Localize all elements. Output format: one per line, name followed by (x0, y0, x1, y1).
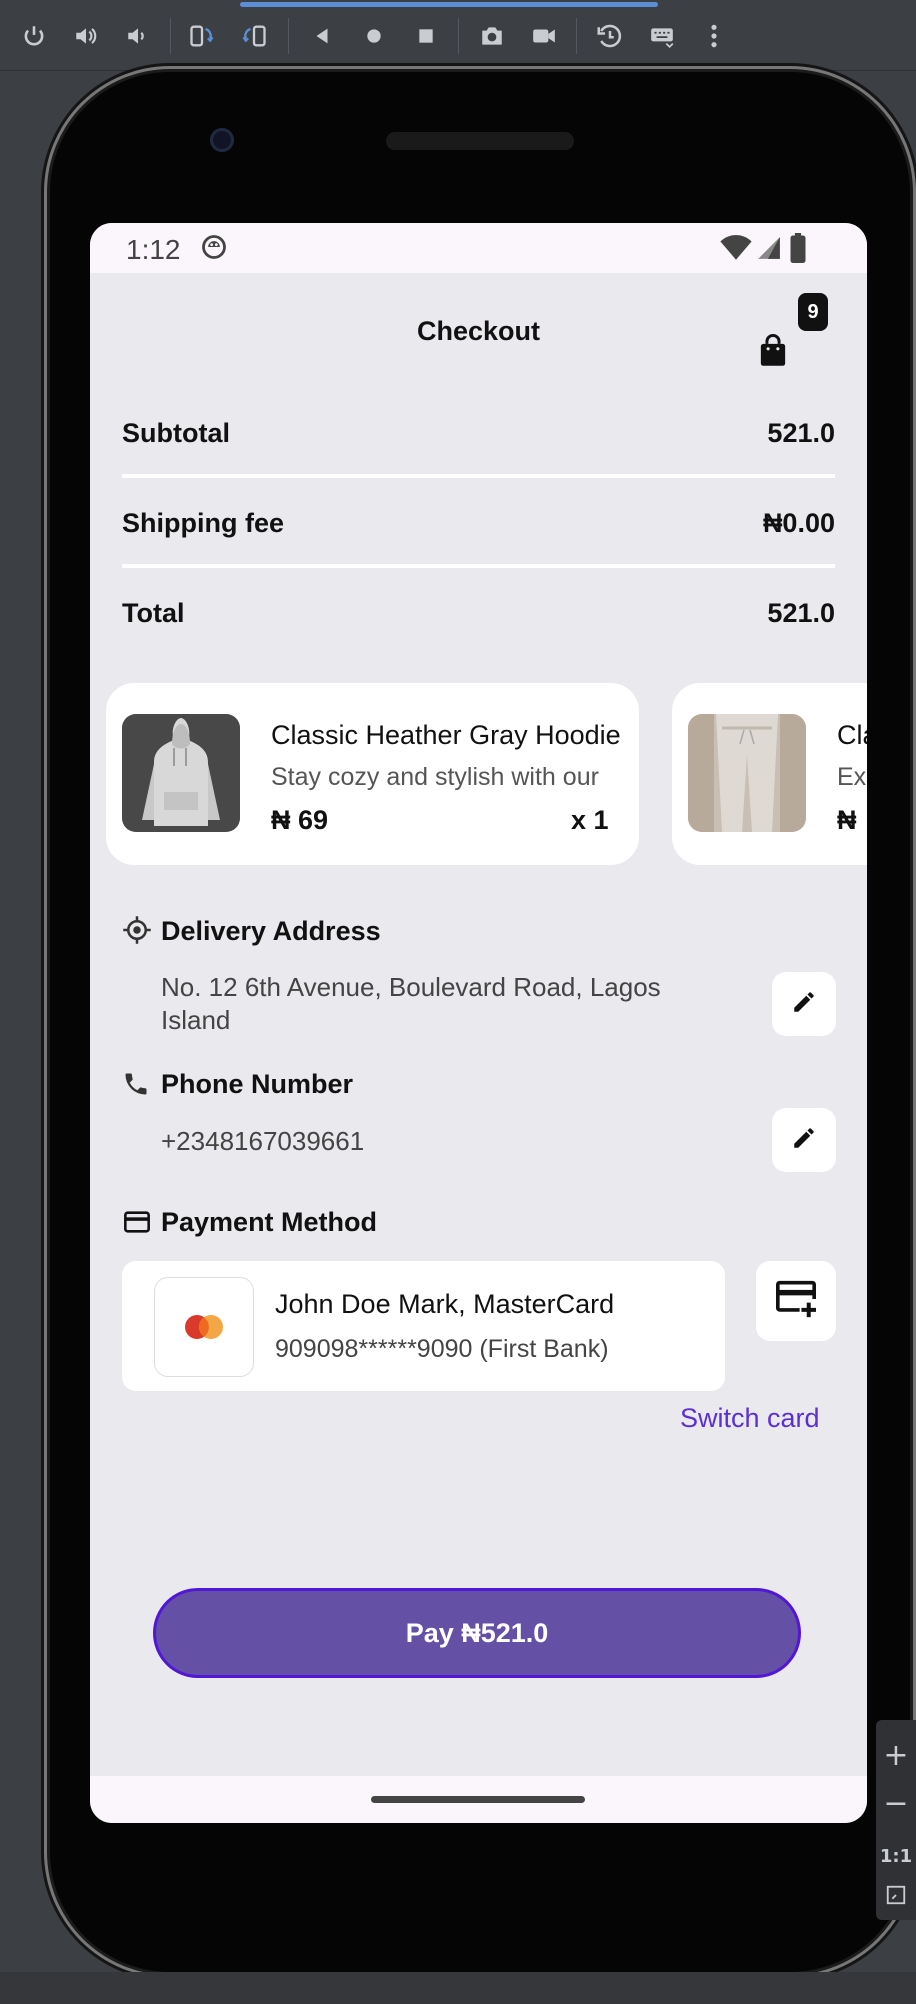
snapshot-icon[interactable] (592, 18, 628, 54)
status-bar: 1:12 (90, 223, 867, 273)
subtotal-label: Subtotal (122, 418, 230, 448)
emulator-bottom-strip (0, 1972, 916, 2004)
keyboard-icon[interactable] (644, 18, 680, 54)
phone-number-title: Phone Number (161, 1069, 354, 1099)
status-time: 1:12 (126, 234, 181, 265)
screen-record-icon[interactable] (526, 18, 562, 54)
product-price: ₦ 69 (271, 805, 329, 835)
edit-pencil-icon (791, 989, 817, 1020)
product-card[interactable]: Classic Heather Gray Hoodie Stay cozy an… (106, 683, 639, 865)
product-description: Stay cozy and stylish with our (271, 763, 599, 791)
front-camera (210, 128, 234, 152)
product-name: Classic Heather Gray Hoodie (271, 720, 621, 750)
mastercard-logo-icon (154, 1277, 254, 1377)
edit-address-button[interactable] (772, 972, 836, 1036)
zoom-panel: + − 1:1 (876, 1720, 916, 1920)
shipping-label: Shipping fee (122, 508, 284, 538)
volume-down-icon[interactable] (120, 18, 156, 54)
zoom-out-icon[interactable]: − (876, 1786, 916, 1821)
toolbar-divider (576, 18, 577, 54)
phone-number-text: +2348167039661 (161, 1126, 365, 1156)
selected-payment-card[interactable]: John Doe Mark, MasterCard 909098******90… (122, 1261, 725, 1391)
shopping-bag-icon[interactable] (758, 333, 788, 372)
phone-icon (122, 1070, 150, 1103)
toolbar-divider (458, 18, 459, 54)
shipping-value: ₦0.00 (762, 508, 835, 538)
camera-icon[interactable] (474, 18, 510, 54)
delivery-address-text: No. 12 6th Avenue, Boulevard Road, Lagos… (161, 972, 661, 1035)
earpiece-speaker (386, 132, 574, 150)
product-quantity: x 1 (571, 805, 609, 835)
credit-card-icon (122, 1208, 152, 1241)
fit-screen-icon[interactable] (876, 1884, 916, 1910)
product-description: Ex (837, 763, 867, 791)
rotate-left-icon[interactable] (184, 18, 220, 54)
product-image-hoodie (122, 714, 240, 832)
add-card-button[interactable] (756, 1261, 836, 1341)
toolbar-divider (170, 18, 171, 54)
card-number: 909098******9090 (First Bank) (275, 1335, 609, 1363)
edit-pencil-icon (791, 1125, 817, 1156)
power-icon[interactable] (16, 18, 52, 54)
notification-app-icon (200, 233, 228, 266)
volume-up-icon[interactable] (68, 18, 104, 54)
total-value: 521.0 (767, 598, 835, 628)
wifi-icon (720, 235, 752, 266)
product-card[interactable]: Classic Ex ₦ (672, 683, 867, 865)
card-holder-name: John Doe Mark, MasterCard (275, 1289, 615, 1319)
switch-card-link[interactable]: Switch card (680, 1403, 820, 1434)
product-name: Classic (837, 720, 867, 750)
more-options-icon[interactable] (696, 18, 732, 54)
emulator-toolbar (0, 0, 916, 71)
overview-icon[interactable] (408, 18, 444, 54)
edit-phone-button[interactable] (772, 1108, 836, 1172)
phone-screen: 1:12 Checkout 9 Subtotal 521.0 Shipping … (90, 223, 867, 1823)
gesture-nav-bar (90, 1776, 867, 1823)
product-image-pants (688, 714, 806, 832)
home-gesture-handle[interactable] (371, 1796, 585, 1803)
location-icon (122, 915, 152, 950)
cart-count-badge: 9 (798, 293, 828, 331)
payment-method-title: Payment Method (161, 1207, 378, 1237)
zoom-in-icon[interactable]: + (876, 1738, 916, 1773)
pay-button[interactable]: Pay ₦521.0 (153, 1588, 801, 1678)
loading-progress-bar (240, 2, 658, 7)
page-title: Checkout (416, 316, 541, 346)
cellular-signal-icon (756, 235, 782, 266)
back-icon[interactable] (304, 18, 340, 54)
rotate-right-icon[interactable] (236, 18, 272, 54)
divider (122, 564, 835, 568)
total-label: Total (122, 598, 185, 628)
divider (122, 474, 835, 478)
subtotal-value: 521.0 (767, 418, 835, 448)
zoom-actual-size-button[interactable]: 1:1 (876, 1846, 916, 1867)
toolbar-divider (288, 18, 289, 54)
delivery-address-title: Delivery Address (161, 916, 381, 946)
product-price: ₦ (837, 805, 857, 835)
home-icon[interactable] (356, 18, 392, 54)
battery-icon (790, 233, 806, 268)
add-card-icon (774, 1279, 818, 1324)
